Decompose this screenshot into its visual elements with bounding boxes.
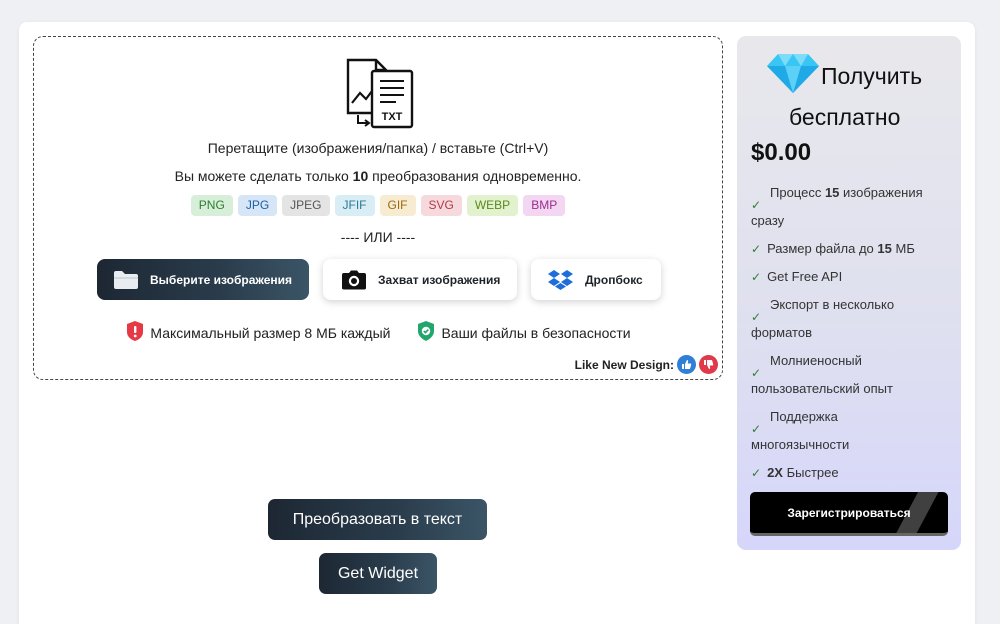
upload-dropzone[interactable]: TXT Перетащите (изображения/папка) / вст… <box>33 36 723 380</box>
format-badge: JPG <box>237 195 278 216</box>
design-feedback: Like New Design: <box>575 355 718 374</box>
capture-image-button[interactable]: Захват изображения <box>323 259 517 300</box>
max-size-text: Максимальный размер 8 МБ каждый <box>150 324 391 341</box>
premium-title-line2: бесплатно <box>789 104 901 130</box>
dropzone-title: Перетащите (изображения/папка) / вставьт… <box>207 140 549 156</box>
feature-item: ✓ Экспорт в несколько форматов <box>751 297 895 340</box>
warning-icon <box>125 320 145 345</box>
design-feedback-label: Like New Design: <box>574 357 674 372</box>
image-to-txt-icon: TXT <box>344 57 416 131</box>
select-images-button[interactable]: Выберите изображения <box>97 259 309 300</box>
secure-text: Ваши файлы в безопасности <box>441 324 631 341</box>
conversion-limit-count: 10 <box>352 168 369 184</box>
diamond-icon <box>765 51 821 101</box>
format-badge: GIF <box>379 195 416 216</box>
format-badge: JFIF <box>334 195 375 216</box>
thumbs-up-icon[interactable] <box>677 355 696 374</box>
thumbs-down-icon[interactable] <box>699 355 718 374</box>
premium-features: ✓ Процесс 15 изображения сразу ✓ Размер файл… <box>751 179 951 487</box>
check-icon: ✓ <box>751 422 762 436</box>
check-icon: ✓ <box>751 466 762 480</box>
feature-item: ✓ Молниеносный пользовательский опыт <box>751 353 893 396</box>
conversion-limit-text: Вы можете сделать только 10 преобразован… <box>174 168 582 184</box>
feature-item: ✓ Get Free API <box>751 269 843 284</box>
svg-text:TXT: TXT <box>382 111 403 123</box>
dropbox-button[interactable]: Дропбокс <box>531 259 661 300</box>
convert-to-text-button[interactable]: Преобразовать в текст <box>268 499 487 540</box>
dropbox-icon <box>547 269 574 291</box>
capture-image-label: Захват изображения <box>378 272 501 287</box>
check-icon: ✓ <box>751 366 762 380</box>
premium-panel: Получить бесплатно $0.00 ✓ Процесс 15 изо… <box>737 36 961 550</box>
supported-formats: PNG JPG JPEG JFIF GIF SVG WEBP BMP <box>34 195 722 216</box>
signup-button[interactable]: Зарегистрироваться <box>750 492 948 536</box>
premium-price: $0.00 <box>751 139 812 166</box>
or-divider: ---- ИЛИ ---- <box>340 229 416 245</box>
format-badge: WEBP <box>466 195 519 216</box>
format-badge: BMP <box>523 195 566 216</box>
format-badge: PNG <box>190 195 233 216</box>
select-images-label: Выберите изображения <box>150 272 293 287</box>
check-icon: ✓ <box>751 310 762 324</box>
secure-info: Ваши файлы в безопасности <box>416 320 631 345</box>
check-icon: ✓ <box>751 270 762 284</box>
dropbox-label: Дропбокс <box>585 272 643 287</box>
camera-icon <box>341 270 367 290</box>
feature-item: ✓ Процесс 15 изображения сразу <box>751 185 923 228</box>
check-icon: ✓ <box>751 242 762 256</box>
feature-item: ✓ Размер файла до 15 МБ <box>751 241 915 256</box>
folder-icon <box>113 270 139 290</box>
format-badge: JPEG <box>282 195 330 216</box>
get-widget-button[interactable]: Get Widget <box>319 553 437 594</box>
max-size-info: Максимальный размер 8 МБ каждый <box>125 320 390 345</box>
feature-item: ✓ 2X Быстрее <box>751 465 839 480</box>
shield-check-icon <box>416 320 436 345</box>
format-badge: SVG <box>420 195 462 216</box>
check-icon: ✓ <box>751 198 762 212</box>
feature-item: ✓ Поддержка многоязычности <box>751 409 850 452</box>
premium-title-line1: Получить <box>821 62 923 89</box>
